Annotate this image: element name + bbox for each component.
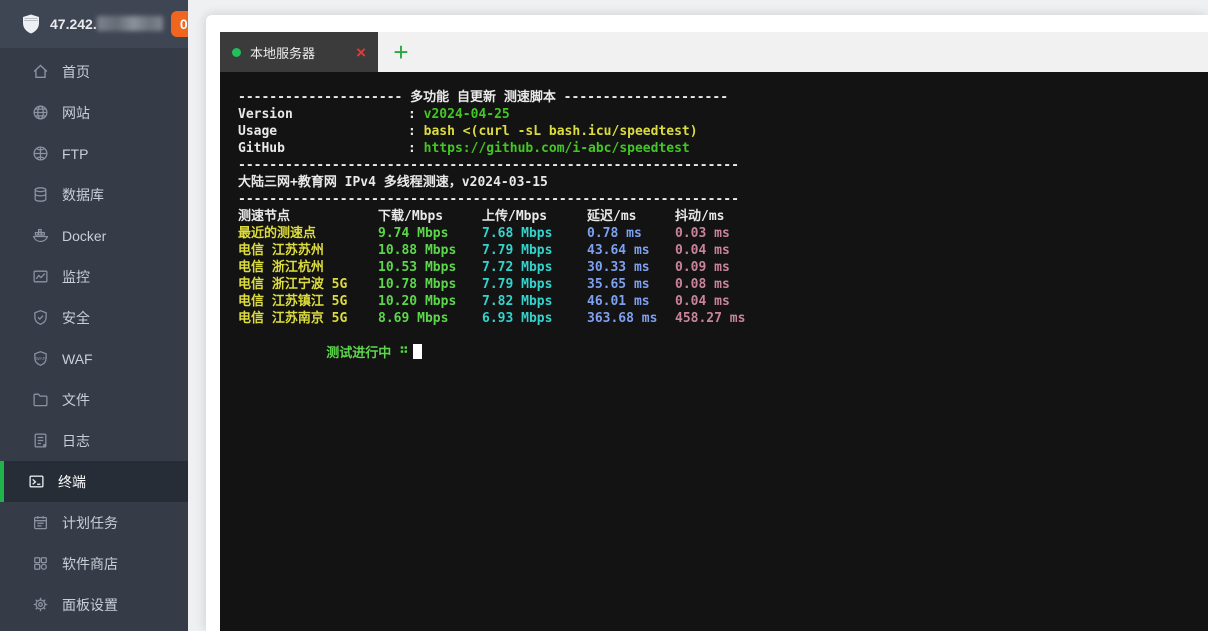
- sidebar-item-docker[interactable]: Docker: [0, 215, 188, 256]
- sidebar-item-label: 首页: [62, 62, 90, 82]
- folder-icon: [32, 391, 49, 408]
- sidebar-item-label: FTP: [62, 146, 88, 162]
- info-line-usage: Usage: bash <(curl -sL bash.icu/speedtes…: [238, 123, 1200, 140]
- sidebar-item-ftp[interactable]: FTP: [0, 133, 188, 174]
- spinner-glyph: ⠛: [399, 346, 409, 361]
- app-grid-icon: [32, 555, 49, 572]
- main-content: 本地服务器 × + --------------------- 多功能 自更新 …: [188, 0, 1208, 631]
- tab-label: 本地服务器: [250, 43, 347, 62]
- info-line-github: GitHub: https://github.com/i-abc/speedte…: [238, 140, 1200, 157]
- sidebar-nav: 首页 网站 FTP 数据库 Docker 监控 安全 WAF WAF: [0, 48, 188, 631]
- server-ip: 47.242.: [50, 16, 163, 32]
- sidebar-item-label: Docker: [62, 228, 106, 244]
- home-icon: [32, 63, 49, 80]
- sidebar-item-website[interactable]: 网站: [0, 92, 188, 133]
- monitor-chart-icon: [32, 268, 49, 285]
- database-icon: [32, 186, 49, 203]
- sidebar-item-waf[interactable]: WAF WAF: [0, 338, 188, 379]
- sidebar-item-label: 数据库: [62, 185, 104, 205]
- terminal-widget: 本地服务器 × + --------------------- 多功能 自更新 …: [220, 32, 1208, 631]
- speedtest-row: 电信 江苏苏州10.88 Mbps7.79 Mbps43.64 ms0.04 m…: [238, 242, 1200, 259]
- ftp-globe-icon: [32, 145, 49, 162]
- gear-icon: [32, 596, 49, 613]
- tab-close-icon[interactable]: ×: [356, 44, 366, 61]
- shield-check-icon: [32, 309, 49, 326]
- sidebar-header: 47.242. 0: [0, 0, 188, 48]
- terminal-cursor: [413, 344, 422, 359]
- speedtest-subtitle: 大陆三网+教育网 IPv4 多线程测速，v2024-03-15: [238, 174, 1200, 191]
- ip-redacted-blur: [97, 16, 163, 31]
- terminal-page-card: 本地服务器 × + --------------------- 多功能 自更新 …: [206, 15, 1208, 631]
- sidebar-item-label: 监控: [62, 267, 90, 287]
- separator-line: ----------------------------------------…: [238, 157, 1200, 174]
- terminal-tabbar: 本地服务器 × +: [220, 32, 1208, 72]
- sidebar-item-home[interactable]: 首页: [0, 51, 188, 92]
- sidebar-item-label: 日志: [62, 431, 90, 451]
- connection-status-dot: [232, 48, 241, 57]
- sidebar-item-label: 计划任务: [62, 513, 118, 533]
- sidebar: 47.242. 0 首页 网站 FTP 数据库 Docker 监控: [0, 0, 188, 631]
- sidebar-item-security[interactable]: 安全: [0, 297, 188, 338]
- sidebar-item-database[interactable]: 数据库: [0, 174, 188, 215]
- separator-line: ----------------------------------------…: [238, 191, 1200, 208]
- sidebar-item-files[interactable]: 文件: [0, 379, 188, 420]
- speedtest-row: 电信 江苏南京 5G8.69 Mbps6.93 Mbps363.68 ms458…: [238, 310, 1200, 327]
- globe-icon: [32, 104, 49, 121]
- sidebar-item-label: 安全: [62, 308, 90, 328]
- speedtest-row: 电信 江苏镇江 5G10.20 Mbps7.82 Mbps46.01 ms0.0…: [238, 293, 1200, 310]
- sidebar-item-terminal[interactable]: 终端: [0, 461, 188, 502]
- sidebar-item-label: 网站: [62, 103, 90, 123]
- info-line-version: Version: v2024-04-25: [238, 106, 1200, 123]
- terminal-tab-local-server[interactable]: 本地服务器 ×: [220, 32, 378, 72]
- sidebar-item-appstore[interactable]: 软件商店: [0, 543, 188, 584]
- svg-text:WAF: WAF: [36, 356, 46, 361]
- panel-logo-shield-icon: [20, 13, 42, 35]
- terminal-icon: [28, 473, 45, 490]
- speedtest-table-header: 测速节点下载/Mbps上传/Mbps延迟/ms抖动/ms: [238, 208, 1200, 225]
- new-tab-button[interactable]: +: [378, 32, 424, 72]
- sidebar-item-label: 文件: [62, 390, 90, 410]
- log-file-icon: [32, 432, 49, 449]
- sidebar-item-label: 终端: [58, 472, 86, 492]
- sidebar-item-cron[interactable]: 计划任务: [0, 502, 188, 543]
- sidebar-item-label: WAF: [62, 351, 93, 367]
- sidebar-item-monitor[interactable]: 监控: [0, 256, 188, 297]
- speedtest-row: 电信 浙江宁波 5G10.78 Mbps7.79 Mbps35.65 ms0.0…: [238, 276, 1200, 293]
- terminal-screen[interactable]: --------------------- 多功能 自更新 测速脚本 -----…: [220, 72, 1208, 631]
- banner-title-line: --------------------- 多功能 自更新 测速脚本 -----…: [238, 89, 1200, 106]
- test-in-progress-line: 测试进行中 ⠛: [238, 327, 1200, 344]
- sidebar-item-settings[interactable]: 面板设置: [0, 584, 188, 625]
- speedtest-row: 最近的测速点9.74 Mbps7.68 Mbps0.78 ms0.03 ms: [238, 225, 1200, 242]
- sidebar-item-label: 软件商店: [62, 554, 118, 574]
- sidebar-item-label: 面板设置: [62, 595, 118, 615]
- docker-icon: [32, 227, 49, 244]
- sidebar-item-logs[interactable]: 日志: [0, 420, 188, 461]
- calendar-icon: [32, 514, 49, 531]
- speedtest-row: 电信 浙江杭州10.53 Mbps7.72 Mbps30.33 ms0.09 m…: [238, 259, 1200, 276]
- waf-shield-icon: WAF: [32, 350, 49, 367]
